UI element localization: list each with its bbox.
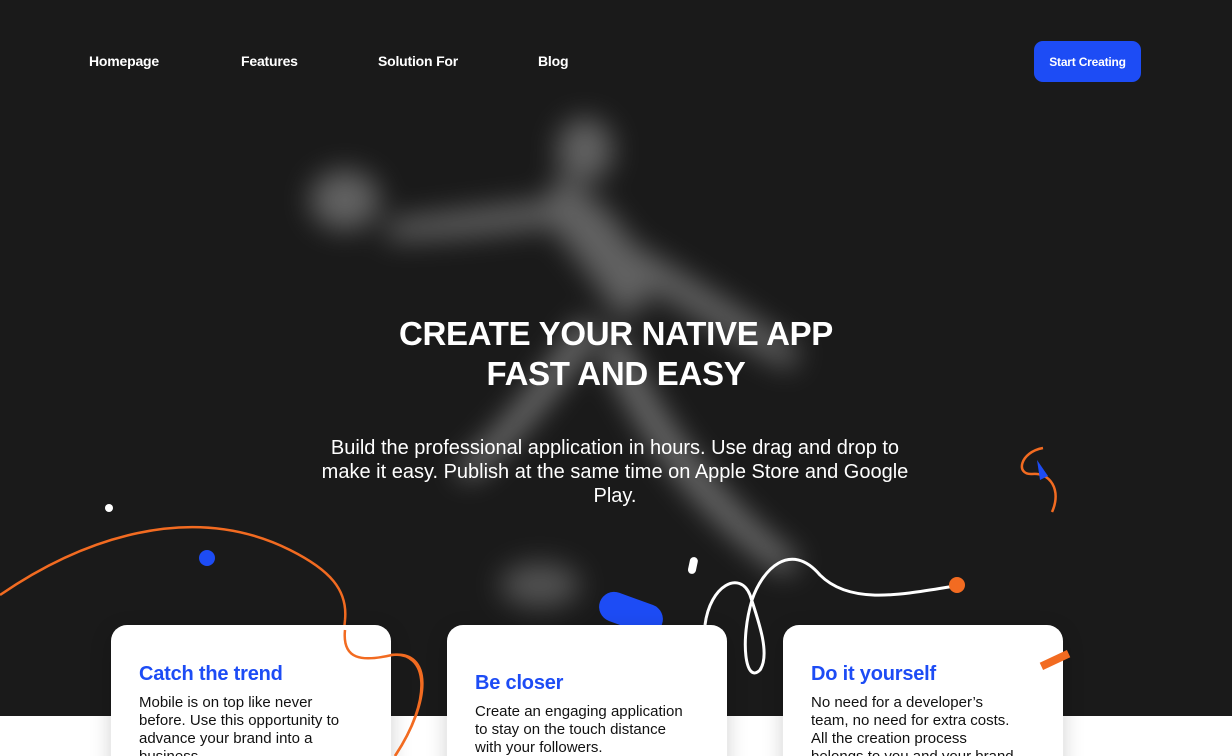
- nav-link-blog[interactable]: Blog: [538, 53, 569, 69]
- hero-headline-line-1: CREATE YOUR NATIVE APP: [398, 315, 834, 352]
- card-body-line: advance your brand into a: [139, 730, 313, 747]
- top-navigation: Homepage Features Solution For Blog Star…: [0, 0, 1232, 120]
- card-body-line: Create an engaging application: [475, 703, 683, 720]
- runner-glove: [310, 170, 380, 230]
- card-body-line: belongs to you and your brand.: [811, 748, 1018, 756]
- card-body-line: No need for a developer’s: [811, 694, 984, 711]
- card-body: Create an engaging application to stay o…: [475, 703, 699, 756]
- hero-headline-line-2: FAST AND EASY: [486, 355, 746, 392]
- card-body-line: Mobile is on top like never: [139, 694, 313, 711]
- card-body: No need for a developer’s team, no need …: [811, 694, 1035, 756]
- start-creating-button[interactable]: Start Creating: [1034, 41, 1141, 82]
- feature-card-catch-the-trend: Catch the trend Mobile is on top like ne…: [111, 625, 391, 756]
- card-body-line: before. Use this opportunity to: [139, 712, 340, 729]
- card-body: Mobile is on top like never before. Use …: [139, 694, 363, 756]
- hero-subtext-line-1: Build the professional application in ho…: [330, 437, 900, 459]
- card-body-line: to stay on the touch distance: [475, 721, 666, 738]
- nav-link-solution-for[interactable]: Solution For: [378, 53, 458, 69]
- feature-card-do-it-yourself: Do it yourself No need for a developer’s…: [783, 625, 1063, 756]
- card-title: Do it yourself: [811, 663, 936, 685]
- card-title: Catch the trend: [139, 663, 283, 685]
- hero-subtext-line-3: Play.: [593, 485, 637, 507]
- card-body-line: All the creation process: [811, 730, 967, 747]
- hero-section: Homepage Features Solution For Blog Star…: [0, 0, 1232, 716]
- nav-link-features[interactable]: Features: [241, 53, 298, 69]
- runner-arm-left: [385, 200, 560, 240]
- feature-card-be-closer: Be closer Create an engaging application…: [447, 625, 727, 756]
- hero-subtext-line-2: make it easy. Publish at the same time o…: [321, 461, 909, 483]
- card-body-line: with your followers.: [475, 739, 603, 756]
- nav-link-homepage[interactable]: Homepage: [89, 53, 159, 69]
- card-title: Be closer: [475, 672, 564, 694]
- runner-foot: [500, 563, 580, 607]
- runner-head: [557, 118, 613, 182]
- card-body-line: team, no need for extra costs.: [811, 712, 1010, 729]
- card-body-line: business.: [139, 748, 202, 756]
- hero-headline: CREATE YOUR NATIVE APP FAST AND EASY: [316, 314, 916, 394]
- hero-subtext: Build the professional application in ho…: [292, 436, 938, 508]
